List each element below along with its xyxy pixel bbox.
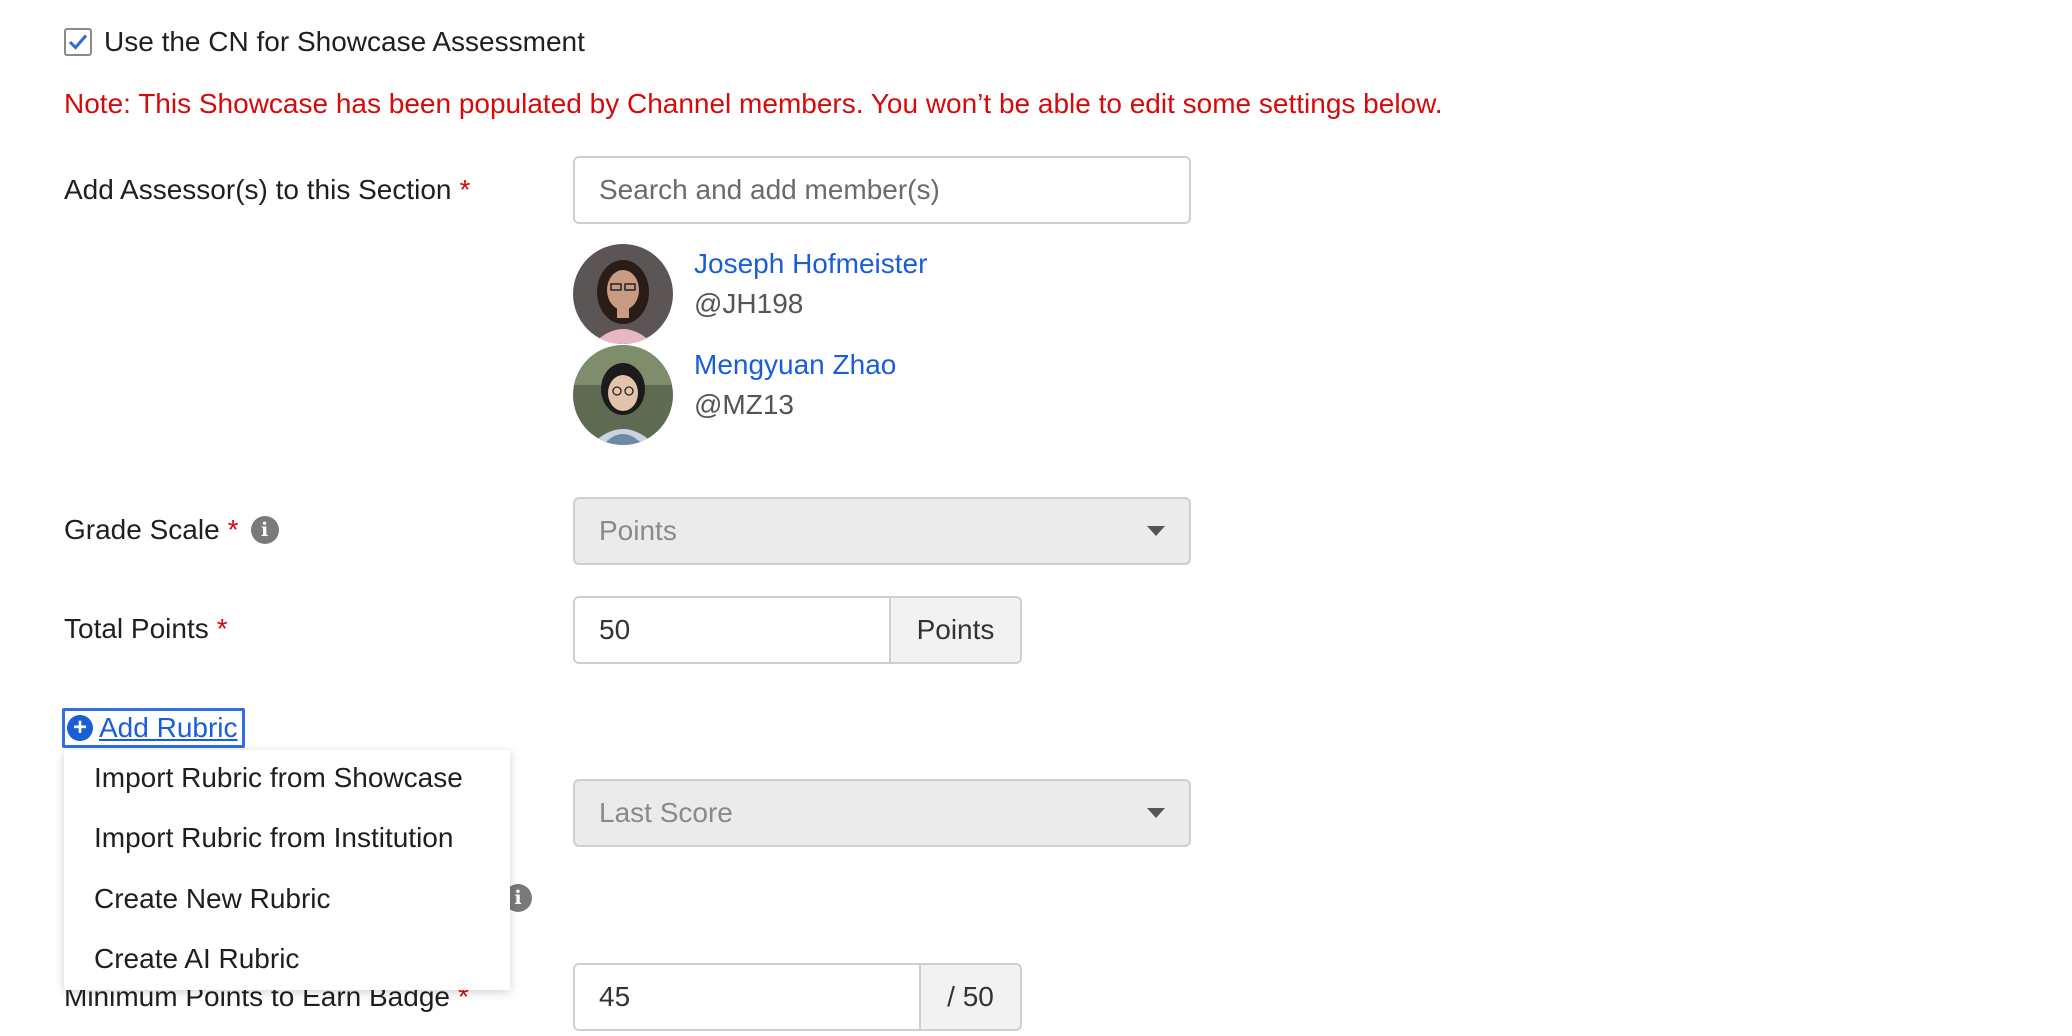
total-points-value: 50 bbox=[599, 614, 631, 645]
plus-circle-icon: + bbox=[67, 715, 93, 741]
menu-item-create-new-rubric[interactable]: Create New Rubric bbox=[94, 881, 331, 917]
assessors-label: Add Assessor(s) to this Section * bbox=[64, 172, 470, 208]
minimum-points-input[interactable]: 45 bbox=[573, 963, 921, 1031]
assessor-search-placeholder: Search and add member(s) bbox=[599, 174, 940, 205]
member-handle: @JH198 bbox=[694, 288, 804, 319]
add-rubric-button[interactable]: + Add Rubric bbox=[62, 708, 245, 748]
showcase-assessment-checkbox[interactable] bbox=[64, 28, 92, 56]
menu-item-import-from-showcase[interactable]: Import Rubric from Showcase bbox=[94, 760, 463, 796]
score-policy-select[interactable]: Last Score bbox=[573, 779, 1191, 847]
member-name-link[interactable]: Joseph Hofmeister bbox=[694, 246, 927, 282]
avatar bbox=[573, 244, 673, 344]
checkmark-icon bbox=[68, 34, 88, 50]
grade-scale-label: Grade Scale * i bbox=[64, 512, 279, 548]
assessor-search-input[interactable]: Search and add member(s) bbox=[573, 156, 1191, 224]
chevron-down-icon bbox=[1147, 526, 1165, 536]
avatar-photo-joseph bbox=[573, 244, 673, 344]
required-mark: * bbox=[459, 174, 471, 205]
required-mark: * bbox=[216, 613, 228, 644]
info-icon[interactable]: i bbox=[250, 516, 279, 544]
grade-scale-select[interactable]: Points bbox=[573, 497, 1191, 565]
add-rubric-menu: Import Rubric from Showcase Import Rubri… bbox=[64, 750, 510, 990]
score-policy-value: Last Score bbox=[599, 797, 733, 828]
assessors-label-text: Add Assessor(s) to this Section bbox=[64, 174, 452, 205]
total-points-unit: Points bbox=[889, 596, 1022, 664]
member-name-link[interactable]: Mengyuan Zhao bbox=[694, 347, 896, 383]
menu-item-create-ai-rubric[interactable]: Create AI Rubric bbox=[94, 941, 299, 977]
avatar-photo-mengyuan bbox=[573, 345, 673, 445]
showcase-assessment-label: Use the CN for Showcase Assessment bbox=[104, 26, 585, 57]
total-points-label: Total Points * bbox=[64, 611, 228, 647]
minimum-points-suffix: / 50 bbox=[919, 963, 1022, 1031]
chevron-down-icon bbox=[1147, 808, 1165, 818]
required-mark: * bbox=[227, 514, 239, 545]
total-points-label-text: Total Points bbox=[64, 613, 209, 644]
grade-scale-value: Points bbox=[599, 515, 677, 546]
minimum-points-value: 45 bbox=[599, 981, 631, 1012]
total-points-input[interactable]: 50 bbox=[573, 596, 891, 664]
add-rubric-label: Add Rubric bbox=[99, 712, 238, 743]
member-handle: @MZ13 bbox=[694, 389, 794, 420]
channel-members-note: Note: This Showcase has been populated b… bbox=[64, 88, 1443, 119]
menu-item-import-from-institution[interactable]: Import Rubric from Institution bbox=[94, 820, 453, 856]
grade-scale-label-text: Grade Scale bbox=[64, 514, 220, 545]
avatar bbox=[573, 345, 673, 445]
